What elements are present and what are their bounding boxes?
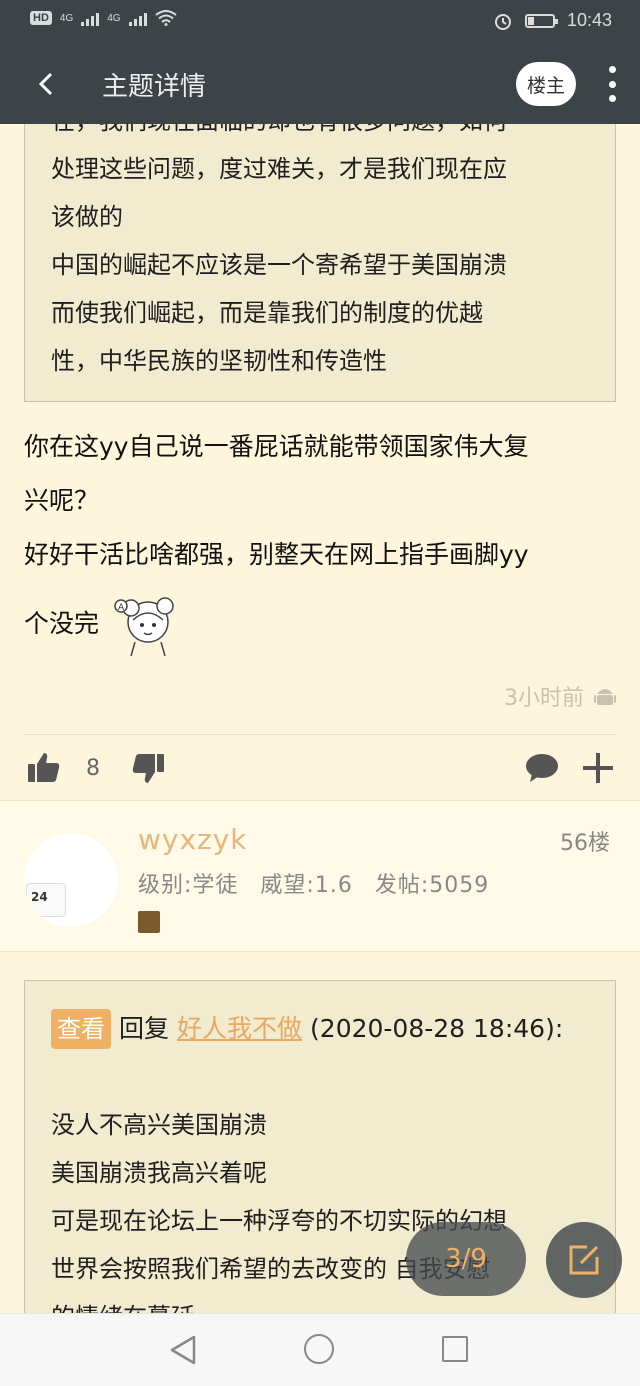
quote-date: (2020-08-28 18:46): [310, 1014, 564, 1043]
username[interactable]: wyxzyk [138, 823, 248, 856]
compose-reply-button[interactable] [546, 1222, 622, 1298]
thumbs-down-icon[interactable] [130, 750, 166, 786]
post-line-with-emoji: 个没完 A [24, 592, 620, 658]
hd-icon: HD [30, 11, 52, 25]
user-stats: 级别:学徒 威望:1.6 发帖:5059 [138, 867, 489, 899]
more-dot-icon [608, 66, 616, 73]
svg-text:A: A [118, 603, 125, 613]
quote-line: 美国崩溃我高兴着呢 [51, 1159, 267, 1187]
network-label: 4G [59, 12, 74, 24]
only-op-button[interactable]: 楼主 [516, 62, 576, 106]
post-meta: 3小时前 [504, 680, 616, 712]
quote-line: 没人不高兴美国崩溃 [51, 1111, 267, 1139]
divider [24, 734, 616, 735]
avatar-calendar-image: 24 [26, 883, 66, 917]
wifi-icon [154, 10, 177, 26]
anime-girl-sticker-icon: A [114, 597, 174, 657]
plus-icon[interactable] [580, 750, 616, 786]
quote-block: 查看 回复 好人我不做 (2020-08-28 18:46): 没人不高兴美国崩… [24, 980, 616, 1340]
nav-home-icon[interactable] [304, 1334, 334, 1364]
post-line: 好好干活比啥都强，别整天在网上指手画脚yy [24, 540, 529, 569]
status-left: HD 4G 4G [30, 10, 177, 26]
status-right: 10:43 [493, 10, 612, 31]
view-quote-button[interactable]: 查看 [51, 1009, 111, 1049]
quote-line: 而使我们崛起，而是靠我们的制度的优越 [51, 299, 483, 327]
quote-body: 没人不高兴美国崩溃 美国崩溃我高兴着呢 可是现在论坛上一种浮夸的不切实际的幻想 … [51, 1101, 589, 1341]
battery-icon [524, 13, 558, 28]
chevron-left-icon [38, 72, 53, 96]
nav-recents-icon[interactable] [442, 1336, 468, 1362]
user-prestige: 威望:1.6 [260, 873, 353, 898]
edit-icon [569, 1245, 599, 1275]
post-line: 兴呢？ [24, 486, 100, 515]
reply-label: 回复 [119, 1014, 170, 1043]
system-nav-bar [0, 1313, 640, 1386]
user-post-count: 发帖:5059 [374, 873, 490, 898]
quote-line: 处理这些问题，度过难关，才是我们现在应 [51, 155, 507, 183]
user-badge-icon [138, 911, 160, 933]
alarm-icon [494, 13, 511, 30]
floor-number: 56楼 [560, 831, 610, 856]
more-options-button[interactable] [602, 66, 622, 102]
post-actions: 8 [0, 744, 640, 794]
quote-line: 该做的 [51, 203, 123, 231]
post-line: 你在这yy自己说一番屁话就能带领国家伟大复 [24, 432, 529, 461]
post-time: 3小时前 [504, 686, 584, 711]
user-level: 级别:学徒 [138, 873, 239, 898]
post-author-header: 24 wyxzyk 56楼 级别:学徒 威望:1.6 发帖:5059 [0, 800, 640, 952]
comment-icon[interactable] [524, 750, 560, 786]
android-icon [594, 689, 616, 705]
like-count: 8 [86, 756, 100, 781]
signal-icon [128, 10, 147, 26]
status-bar: HD 4G 4G 10:43 [0, 0, 640, 44]
quote-block: 在，我们现在面临的却也有很多问题，如何 处理这些问题，度过难关，才是我们现在应 … [24, 96, 616, 402]
quote-line: 中国的崛起不应该是一个寄希望于美国崩溃 [51, 251, 507, 279]
network-label: 4G [107, 12, 121, 24]
nav-back-icon[interactable] [168, 1334, 198, 1366]
quote-header: 查看 回复 好人我不做 (2020-08-28 18:46): [51, 1005, 589, 1053]
page-indicator-button[interactable]: 3/9 [406, 1222, 526, 1296]
app-header: 主题详情 楼主 [0, 44, 640, 124]
more-dot-icon [608, 95, 616, 102]
status-time: 10:43 [566, 10, 612, 30]
page-title: 主题详情 [102, 72, 207, 102]
quoted-user-link[interactable]: 好人我不做 [177, 1005, 302, 1053]
quote-line: 性，中华民族的坚韧性和传造性 [51, 347, 387, 375]
signal-icon [81, 10, 100, 26]
avatar[interactable]: 24 [24, 833, 118, 927]
thumbs-up-icon[interactable] [26, 750, 62, 786]
more-dot-icon [608, 80, 616, 88]
post-line: 个没完 [24, 609, 100, 638]
post-content: 你在这yy自己说一番屁话就能带领国家伟大复 兴呢？ 好好干活比啥都强，别整天在网… [24, 420, 620, 658]
back-button[interactable] [26, 64, 66, 104]
